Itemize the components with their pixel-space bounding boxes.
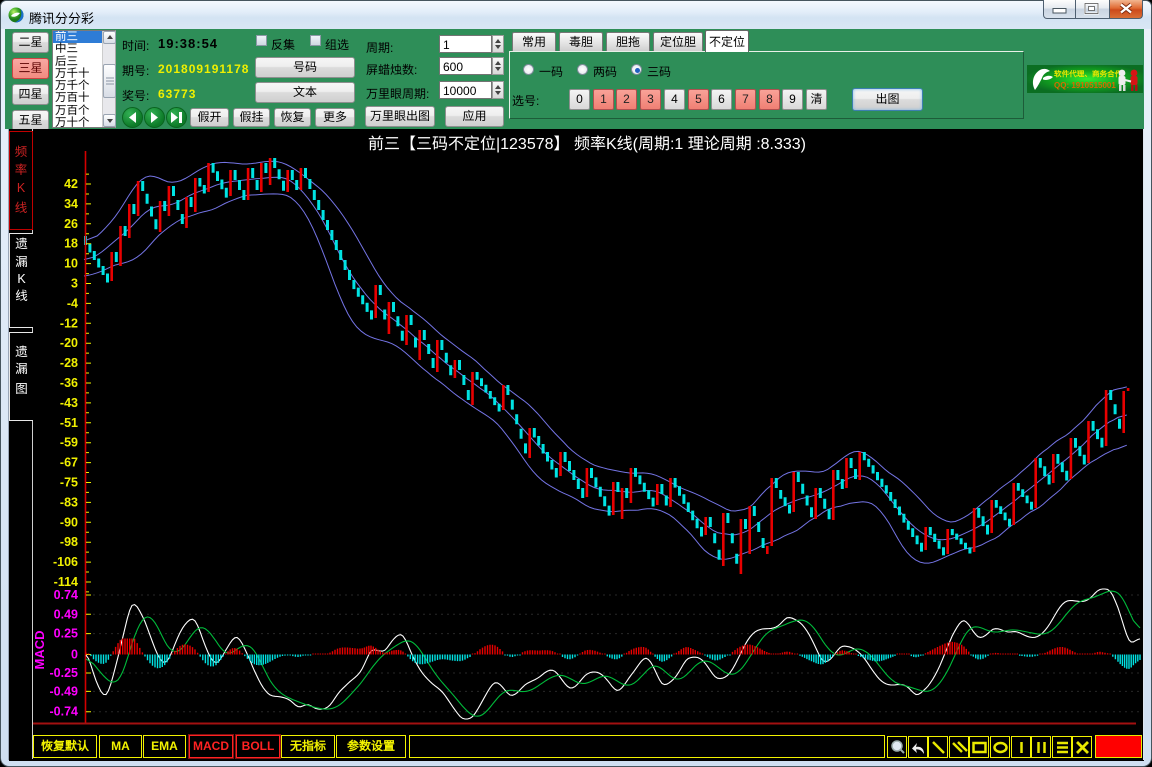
svg-text:34: 34 [64,197,78,211]
svg-text:0.25: 0.25 [54,627,78,641]
svg-text:18: 18 [64,237,78,251]
svg-text:-114: -114 [54,575,78,589]
svg-text:-90: -90 [60,515,78,529]
svg-text:MACD: MACD [32,631,47,670]
svg-text:-67: -67 [60,456,78,470]
svg-text:0.49: 0.49 [54,607,78,621]
svg-text:软件代理、商务合作: 软件代理、商务合作 [1054,70,1123,79]
svg-text:-36: -36 [60,376,78,390]
svg-text:-4: -4 [67,296,78,310]
svg-text:-12: -12 [60,316,78,330]
svg-text:0: 0 [71,648,78,662]
svg-text:-51: -51 [60,416,78,430]
svg-text:前三【三码不定位|123578】 频率K线(周期:1 理论周: 前三【三码不定位|123578】 频率K线(周期:1 理论周期 :8.333) [368,135,806,153]
svg-text:-0.74: -0.74 [50,705,79,719]
svg-text:-28: -28 [60,356,78,370]
svg-text:42: 42 [64,177,78,191]
svg-text:-83: -83 [60,495,78,509]
svg-text:0.74: 0.74 [54,588,78,602]
svg-text:-106: -106 [53,555,78,569]
svg-text:10: 10 [64,257,78,271]
svg-text:-43: -43 [60,396,78,410]
svg-text:-59: -59 [60,436,78,450]
svg-text:-98: -98 [60,535,78,549]
svg-text:QQ: 1910515001: QQ: 1910515001 [1054,81,1116,90]
svg-text:-0.25: -0.25 [50,666,79,680]
svg-text:26: 26 [64,217,78,231]
svg-text:-20: -20 [60,336,78,350]
svg-text:-75: -75 [60,476,78,490]
svg-text:3: 3 [71,277,78,291]
svg-text:-0.49: -0.49 [50,684,79,698]
